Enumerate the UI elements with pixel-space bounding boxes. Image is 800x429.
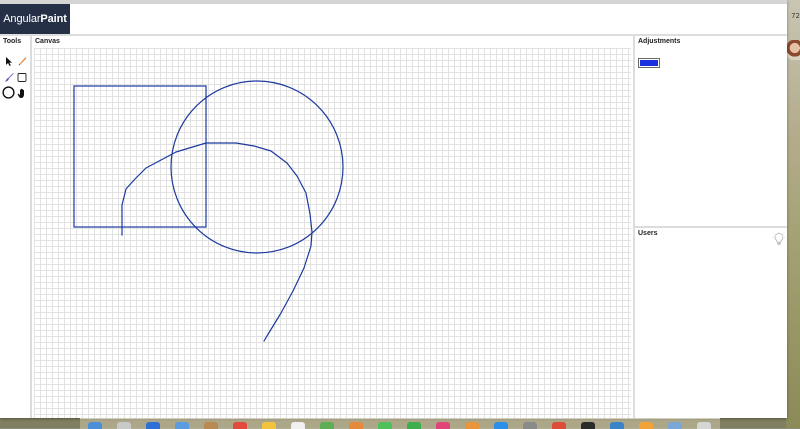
angular-paint-window: AngularPaint Tools Canvas Adjustments Us… [0,0,787,418]
color-picker-swatch[interactable] [638,58,660,68]
app-header: AngularPaint [0,4,787,36]
tools-title: Tools [3,38,22,45]
rectangle-icon[interactable] [16,71,28,83]
canvas-title: Canvas [35,38,60,45]
hand-icon[interactable] [16,87,28,99]
color-swatch-fill [640,60,658,66]
adjustments-panel: Adjustments [635,36,787,228]
circle-icon[interactable] [2,86,15,99]
side-avatar [787,40,800,60]
drawing-canvas[interactable] [34,48,631,418]
brand-logo[interactable]: AngularPaint [0,4,70,34]
background-window-sliver: 72 [786,0,800,428]
drawn-freehand-stroke [121,142,313,342]
canvas-panel: Canvas [32,36,635,418]
users-title: Users [638,230,658,237]
pencil-icon[interactable] [16,55,28,67]
brand-suffix: Paint [40,13,67,25]
macos-dock [80,418,720,429]
users-panel: Users [635,228,787,418]
tools-panel: Tools [0,36,32,418]
adjustments-title: Adjustments [638,38,681,45]
side-window-text: 72 [791,12,800,20]
drawn-rectangle [73,85,207,228]
lightbulb-icon[interactable] [773,232,785,246]
brand-prefix: Angular [3,13,41,25]
brush-icon[interactable] [3,71,15,83]
select-arrow-icon[interactable] [3,55,15,67]
